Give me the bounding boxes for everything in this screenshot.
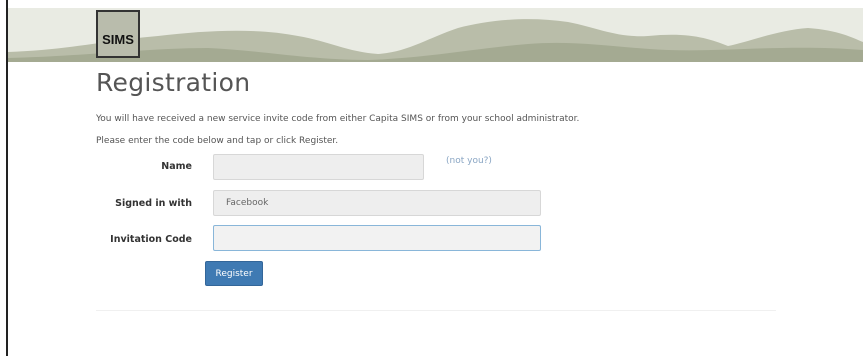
not-you-link[interactable]: (not you?) — [446, 156, 492, 166]
invitation-code-field[interactable] — [213, 225, 541, 251]
intro-text-line-1: You will have received a new service inv… — [96, 114, 580, 124]
name-label: Name — [161, 161, 192, 172]
intro-text-line-2: Please enter the code below and tap or c… — [96, 136, 339, 146]
sims-logo: SIMS — [96, 10, 140, 58]
logo-text: SIMS — [102, 31, 134, 47]
name-field[interactable] — [213, 154, 424, 180]
signed-in-with-field[interactable] — [213, 190, 541, 216]
invitation-code-label: Invitation Code — [110, 234, 192, 245]
signed-in-with-label: Signed in with — [115, 198, 192, 209]
register-button[interactable]: Register — [205, 261, 263, 286]
page-title: Registration — [96, 68, 251, 97]
footer-divider — [96, 310, 776, 311]
